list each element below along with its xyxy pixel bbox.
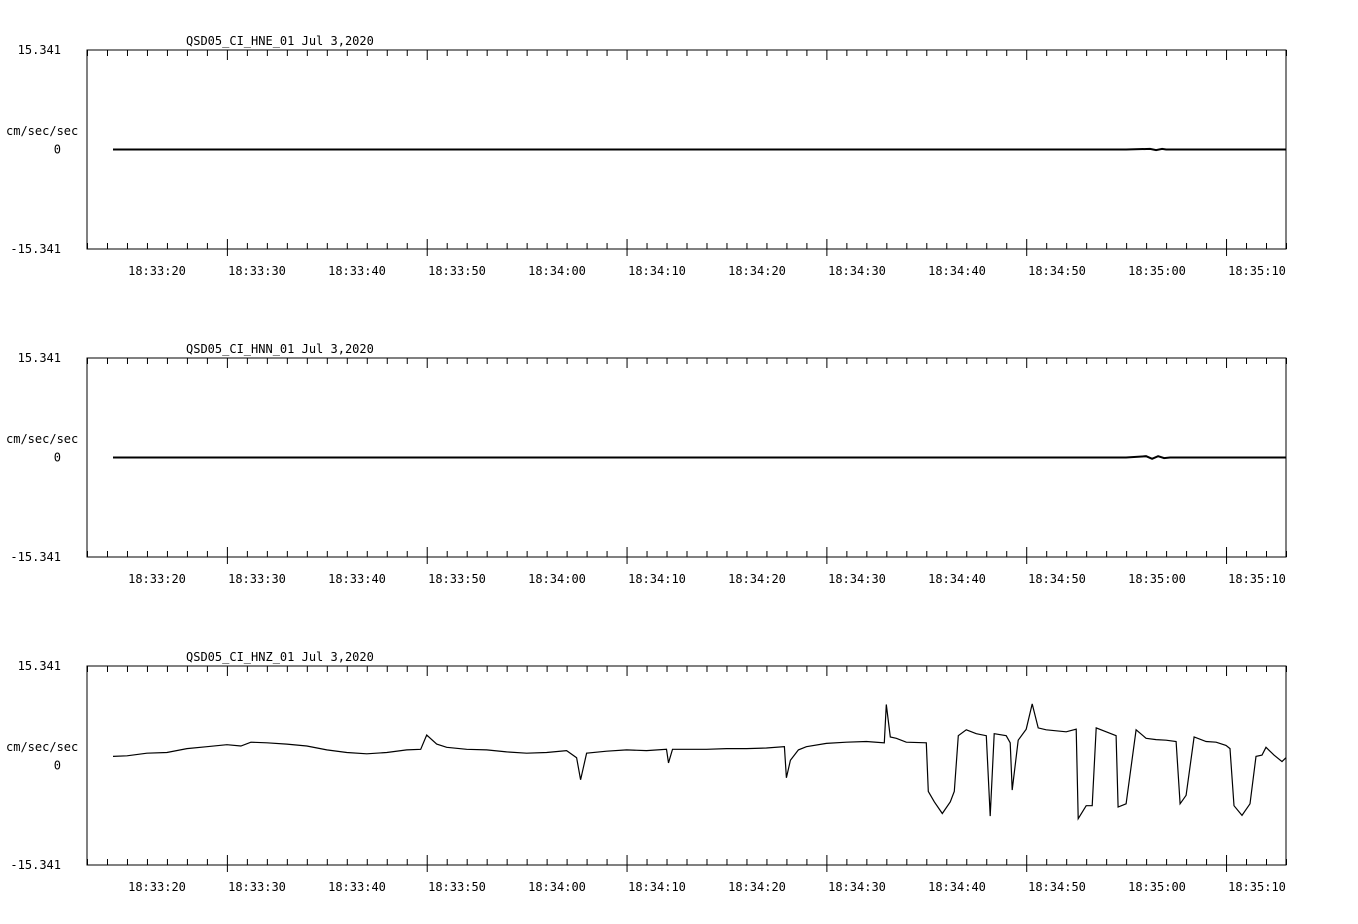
x-tick-label: 18:34:50 bbox=[1028, 880, 1086, 894]
x-tick-label: 18:34:30 bbox=[828, 880, 886, 894]
y-tick-label: 15.341 bbox=[18, 659, 61, 673]
x-tick-label: 18:35:10 bbox=[1228, 880, 1286, 894]
x-tick-label: 18:33:50 bbox=[428, 572, 486, 586]
y-axis-label: cm/sec/sec bbox=[6, 432, 78, 446]
x-tick-label: 18:33:40 bbox=[328, 572, 386, 586]
x-tick-label: 18:34:00 bbox=[528, 264, 586, 278]
y-axis-label: cm/sec/sec bbox=[6, 124, 78, 138]
x-tick-label: 18:34:20 bbox=[728, 572, 786, 586]
x-tick-label: 18:33:50 bbox=[428, 264, 486, 278]
x-tick-label: 18:35:00 bbox=[1128, 880, 1186, 894]
panel-2: QSD05_CI_HNN_01 Jul 3,2020 cm/sec/sec 15.3… bbox=[6, 342, 1287, 586]
x-tick-label: 18:33:30 bbox=[228, 572, 286, 586]
panel-1: QSD05_CI_HNE_01 Jul 3,2020 cm/sec/sec 15.3… bbox=[6, 34, 1287, 278]
x-tick-label: 18:33:40 bbox=[328, 880, 386, 894]
panel-title: QSD05_CI_HNE_01 Jul 3,2020 bbox=[186, 34, 374, 48]
x-tick-label: 18:34:40 bbox=[928, 880, 986, 894]
panel-3: QSD05_CI_HNZ_01 Jul 3,2020 cm/sec/sec 15.3… bbox=[6, 650, 1287, 894]
x-tick-label: 18:34:20 bbox=[728, 880, 786, 894]
y-tick-label: 0 bbox=[54, 451, 61, 465]
x-tick-label: 18:35:00 bbox=[1128, 572, 1186, 586]
x-tick-label: 18:33:30 bbox=[228, 880, 286, 894]
x-tick-label: 18:33:20 bbox=[128, 572, 186, 586]
x-tick-label: 18:34:10 bbox=[628, 572, 686, 586]
y-axis-label: cm/sec/sec bbox=[6, 740, 78, 754]
y-tick-label: 0 bbox=[54, 759, 61, 773]
y-tick-label: -15.341 bbox=[10, 550, 61, 564]
seismogram-figure: QSD05_CI_HNE_01 Jul 3,2020 cm/sec/sec 15.3… bbox=[6, 34, 1287, 894]
x-tick-label: 18:34:00 bbox=[528, 572, 586, 586]
x-tick-label: 18:34:40 bbox=[928, 572, 986, 586]
x-tick-label: 18:33:20 bbox=[128, 264, 186, 278]
y-tick-label: 0 bbox=[54, 143, 61, 157]
x-tick-label: 18:35:10 bbox=[1228, 572, 1286, 586]
y-tick-label: -15.341 bbox=[10, 858, 61, 872]
x-tick-label: 18:34:30 bbox=[828, 572, 886, 586]
x-tick-label: 18:33:40 bbox=[328, 264, 386, 278]
plot-frame bbox=[86, 665, 1287, 866]
y-tick-label: 15.341 bbox=[18, 43, 61, 57]
x-tick-label: 18:35:10 bbox=[1228, 264, 1286, 278]
x-tick-label: 18:33:20 bbox=[128, 880, 186, 894]
x-tick-label: 18:34:50 bbox=[1028, 264, 1086, 278]
x-tick-label: 18:34:40 bbox=[928, 264, 986, 278]
waveform-trace bbox=[112, 703, 1287, 821]
x-tick-label: 18:33:50 bbox=[428, 880, 486, 894]
x-tick-label: 18:34:50 bbox=[1028, 572, 1086, 586]
x-tick-label: 18:34:00 bbox=[528, 880, 586, 894]
x-tick-label: 18:35:00 bbox=[1128, 264, 1186, 278]
x-tick-label: 18:34:10 bbox=[628, 264, 686, 278]
y-tick-label: 15.341 bbox=[18, 351, 61, 365]
y-tick-label: -15.341 bbox=[10, 242, 61, 256]
x-tick-label: 18:34:10 bbox=[628, 880, 686, 894]
panel-title: QSD05_CI_HNN_01 Jul 3,2020 bbox=[186, 342, 374, 356]
x-tick-label: 18:34:30 bbox=[828, 264, 886, 278]
waveform-trace bbox=[113, 455, 1286, 460]
x-tick-label: 18:34:20 bbox=[728, 264, 786, 278]
x-tick-label: 18:33:30 bbox=[228, 264, 286, 278]
panel-title: QSD05_CI_HNZ_01 Jul 3,2020 bbox=[186, 650, 374, 664]
waveform-trace bbox=[113, 147, 1286, 152]
